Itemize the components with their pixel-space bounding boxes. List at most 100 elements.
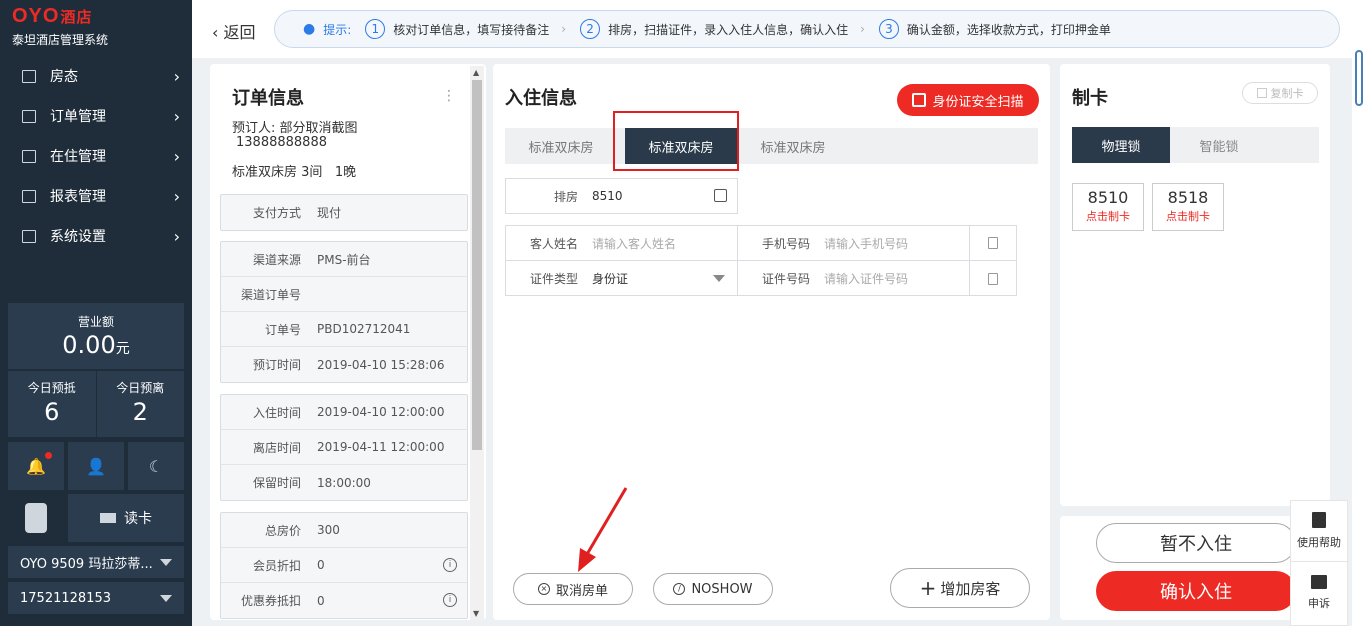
- user-icon[interactable]: 👤: [68, 442, 124, 490]
- tab-room-1[interactable]: 标准双床房: [505, 128, 617, 164]
- id-type-select[interactable]: 证件类型 身份证: [506, 261, 738, 296]
- chevron-right-icon: ›: [561, 22, 567, 36]
- payment-group: 支付方式 现付: [220, 194, 468, 231]
- moon-icon[interactable]: ☾: [128, 442, 184, 490]
- sidebar-item-reports[interactable]: 报表管理 ›: [0, 176, 192, 216]
- helper-float: 使用帮助 申诉: [1290, 500, 1348, 626]
- tab-physical-lock[interactable]: 物理锁: [1072, 127, 1170, 163]
- caret-down-icon: [160, 559, 172, 566]
- select-room-icon[interactable]: [714, 189, 727, 202]
- grid-icon: [22, 69, 36, 83]
- tips-bar: ● 提示: 1 核对订单信息，填写接待备注 › 2 排房，扫描证件，录入入住人信息，确…: [274, 10, 1340, 48]
- order-title: 订单信息: [232, 88, 304, 109]
- guest-row-1: 客人姓名 请输入客人姓名 手机号码 请输入手机号码: [506, 226, 1016, 261]
- detail-row: 优惠券抵扣 0 i: [221, 583, 467, 618]
- info-icon[interactable]: i: [443, 593, 457, 607]
- oyo-logo: OYO酒店: [12, 5, 93, 27]
- hotel-select[interactable]: OYO 9509 玛拉莎蒂...: [8, 546, 184, 578]
- save-icon[interactable]: [970, 261, 1016, 296]
- tab-room-3[interactable]: 标准双床房: [737, 128, 849, 164]
- room-type-summary: 标准双床房 3间 1晚: [232, 165, 357, 180]
- brand: OYO酒店 泰坦酒店管理系统: [12, 6, 108, 48]
- detail-row: 订单号 PBD102712041: [221, 312, 467, 347]
- plus-icon: +: [919, 576, 937, 600]
- revenue-amount: 0.00元: [62, 331, 130, 359]
- scroll-up-icon[interactable]: ▲: [473, 68, 479, 77]
- detail-row: 入住时间 2019-04-10 12:00:00: [221, 395, 467, 430]
- detail-row: 预订时间 2019-04-10 15:28:06: [252, 357, 445, 373]
- help-button[interactable]: 使用帮助: [1291, 501, 1347, 562]
- bulb-icon: ●: [303, 21, 316, 37]
- detail-row: 渠道订单号: [221, 277, 467, 312]
- annotation-arrow: [578, 487, 628, 572]
- read-card-button[interactable]: 读卡: [68, 494, 184, 542]
- caret-down-icon: [713, 275, 725, 282]
- detail-row: 离店时间 2019-04-11 12:00:00: [221, 430, 467, 465]
- page-scrollbar[interactable]: [1352, 44, 1366, 626]
- confirm-checkin-button[interactable]: 确认入住: [1096, 571, 1296, 611]
- scroll-down-icon[interactable]: ▼: [473, 609, 479, 618]
- today-depart[interactable]: 今日预离 2: [97, 371, 185, 437]
- room-card[interactable]: 8510 点击制卡: [1072, 183, 1144, 231]
- scan-icon: [912, 93, 927, 107]
- sidebar-nav: 房态 › 订单管理 › 在住管理 › 报表管理 › 系统设置 ›: [0, 56, 192, 256]
- caret-down-icon: [160, 595, 172, 602]
- revenue-label: 营业额: [77, 315, 114, 329]
- chevron-right-icon: ›: [173, 227, 180, 246]
- id-scan-button[interactable]: 身份证安全扫描: [897, 84, 1039, 116]
- chevron-right-icon: ›: [173, 147, 180, 166]
- copy-card-button[interactable]: 复制卡: [1242, 82, 1318, 104]
- monitor-icon: [22, 229, 36, 243]
- today-stats: 今日预抵 6 今日预离 2: [8, 371, 184, 437]
- make-card-panel: 制卡 复制卡 物理锁 智能锁 8510 点击制卡 8518 点击制卡: [1060, 64, 1330, 506]
- info-icon[interactable]: i: [443, 558, 457, 572]
- back-button[interactable]: ‹ 返回: [212, 19, 256, 43]
- chevron-right-icon: ›: [173, 187, 180, 206]
- chevron-right-icon: ›: [860, 22, 865, 36]
- noshow-button[interactable]: / NOSHOW: [653, 573, 773, 605]
- channel-group: 渠道来源 PMS-前台 渠道订单号 订单号 PBD102712041 预订时间 201…: [220, 241, 468, 383]
- list-icon: [22, 109, 36, 123]
- card-icon: [100, 513, 116, 523]
- make-card-title: 制卡: [1072, 88, 1108, 109]
- room-assign-field[interactable]: 排房 8510: [505, 178, 738, 214]
- account-select[interactable]: 17521128153: [8, 582, 184, 614]
- card-device-icon: [8, 494, 64, 542]
- delete-icon[interactable]: [970, 226, 1016, 260]
- room-card[interactable]: 8518 点击制卡: [1152, 183, 1224, 231]
- id-number-field[interactable]: 证件号码 请输入证件号码: [738, 261, 970, 296]
- sidebar: OYO酒店 泰坦酒店管理系统 房态 › 订单管理 › 在住管理 › 报表管理 › 系统设…: [0, 0, 192, 626]
- chart-icon: [22, 189, 36, 203]
- quick-icons: 🔔 👤 ☾: [8, 442, 184, 490]
- tab-smart-lock[interactable]: 智能锁: [1170, 127, 1268, 163]
- checkin-title: 入住信息: [505, 88, 577, 109]
- guest-name-field[interactable]: 客人姓名 请输入客人姓名: [506, 226, 738, 260]
- guest-row-2: 证件类型 身份证 证件号码 请输入证件号码: [506, 261, 1016, 296]
- add-guest-button[interactable]: + 增加房客: [890, 568, 1030, 608]
- sidebar-item-orders[interactable]: 订单管理 ›: [0, 96, 192, 136]
- cancel-room-button[interactable]: × 取消房单: [513, 573, 633, 605]
- guest-form: 客人姓名 请输入客人姓名 手机号码 请输入手机号码 证件类型 身份证 证件号码 请输入证…: [505, 225, 1017, 296]
- scroll-thumb[interactable]: [1355, 50, 1363, 106]
- detail-row: 总房价 300: [221, 513, 467, 548]
- appeal-button[interactable]: 申诉: [1291, 562, 1347, 623]
- book-icon: [1312, 512, 1326, 528]
- more-icon[interactable]: ⋮: [442, 88, 456, 104]
- phone-field[interactable]: 手机号码 请输入手机号码: [738, 226, 970, 260]
- bell-icon[interactable]: 🔔: [8, 442, 64, 490]
- detail-row: 保留时间 18:00:00: [252, 475, 371, 491]
- system-name: 泰坦酒店管理系统: [12, 33, 109, 47]
- today-arrive[interactable]: 今日预抵 6: [8, 371, 97, 437]
- order-scrollbar[interactable]: ▲ ▼: [470, 66, 484, 620]
- top-bar: ‹ 返回 ● 提示: 1 核对订单信息，填写接待备注 › 2 排房，扫描证件，录入入住…: [192, 0, 1366, 58]
- sidebar-item-room-status[interactable]: 房态 ›: [0, 56, 192, 96]
- pending-checkin-button[interactable]: 暂不入住: [1096, 523, 1296, 563]
- sidebar-item-settings[interactable]: 系统设置 ›: [0, 216, 192, 256]
- card-reader-row: 读卡: [8, 494, 184, 542]
- gavel-icon: [1311, 574, 1327, 589]
- lock-tabs: 物理锁 智能锁: [1072, 127, 1319, 163]
- notification-dot: [45, 452, 52, 459]
- price-group: 总房价 300 会员折扣 0 i 优惠券抵扣 0 i: [220, 512, 468, 619]
- sidebar-item-in-house[interactable]: 在住管理 ›: [0, 136, 192, 176]
- scroll-thumb[interactable]: [472, 80, 482, 450]
